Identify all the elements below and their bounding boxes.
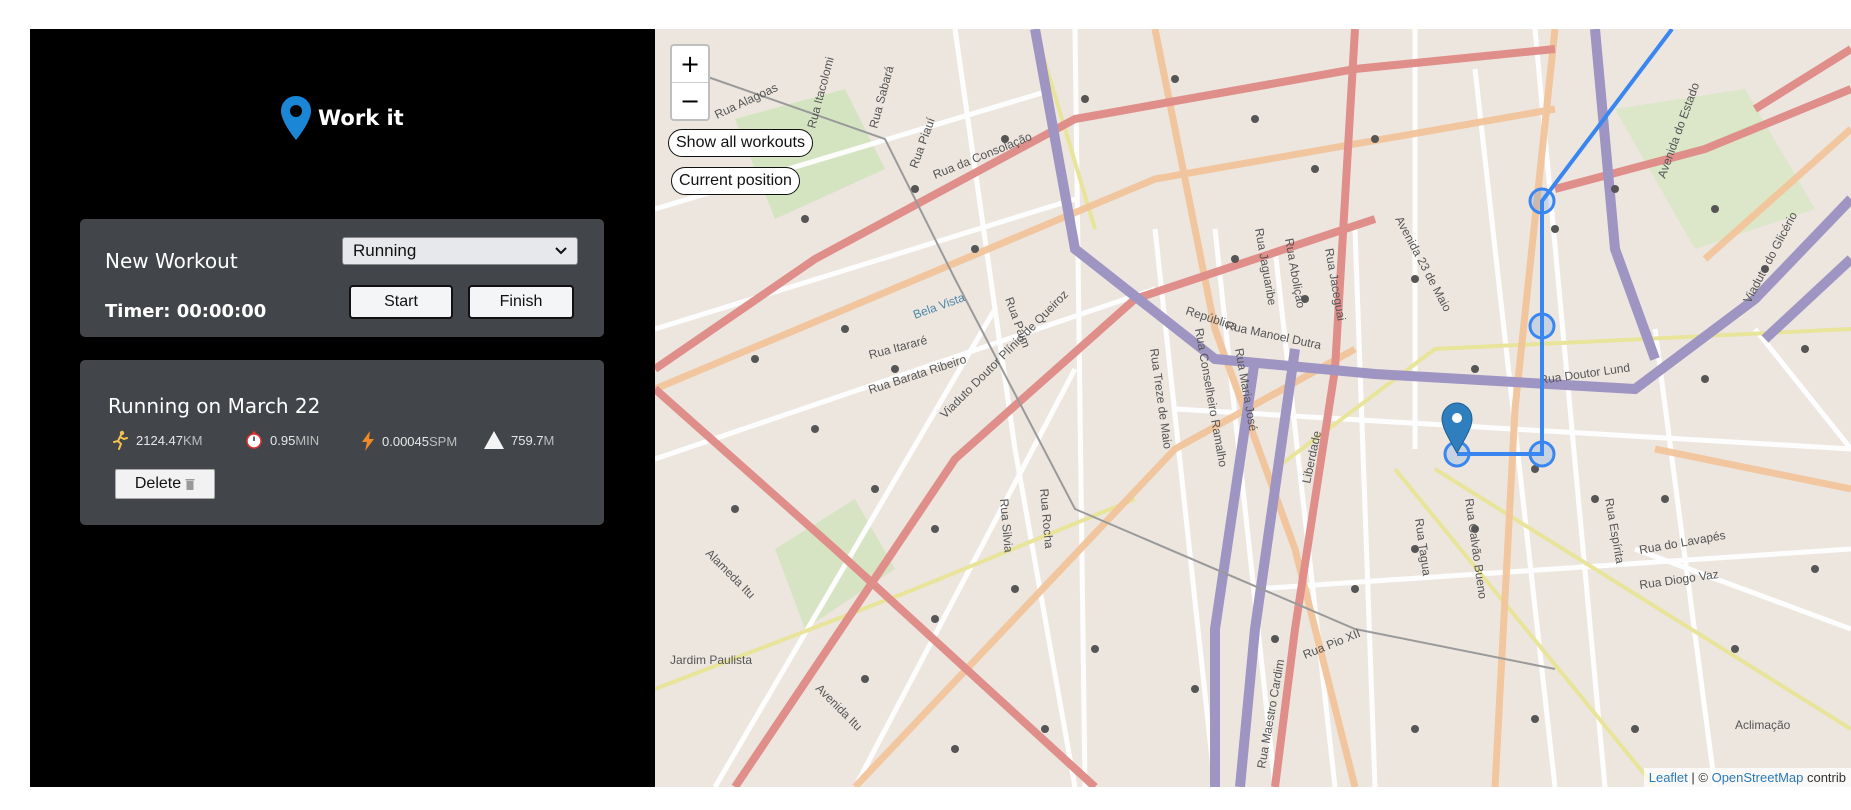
- start-button[interactable]: Start: [349, 285, 453, 319]
- duration-value: 0.95: [270, 432, 296, 448]
- delete-button[interactable]: Delete: [115, 469, 215, 499]
- leaflet-link[interactable]: Leaflet: [1649, 770, 1688, 785]
- chevron-down-icon: [555, 247, 567, 255]
- runner-icon: [113, 430, 128, 450]
- show-all-workouts-button[interactable]: Show all workouts: [668, 129, 813, 157]
- distance-value: 2124.47: [136, 432, 183, 448]
- osm-link[interactable]: OpenStreetMap: [1712, 770, 1804, 785]
- workout-type-select[interactable]: Running: [342, 237, 578, 265]
- duration-unit: MIN: [295, 432, 320, 448]
- mountain-icon: [484, 431, 504, 449]
- workout-type-value: Running: [353, 241, 417, 260]
- map[interactable]: Rua Alagoas Rua Itacolomi Rua Sabará Rua…: [655, 29, 1851, 787]
- stat-duration: 0.95 MIN: [244, 430, 319, 450]
- stat-distance: 2124.47 KM: [110, 430, 203, 450]
- street-label: Jardim Paulista: [670, 653, 752, 667]
- map-tiles[interactable]: Rua Alagoas Rua Itacolomi Rua Sabará Rua…: [655, 29, 1851, 787]
- stopwatch-icon: [246, 431, 262, 449]
- attribution-suffix: contrib: [1803, 770, 1846, 785]
- map-pin-icon: [281, 96, 311, 140]
- attribution-separator: | ©: [1687, 770, 1712, 785]
- current-position-button[interactable]: Current position: [671, 167, 800, 195]
- lightning-icon: [362, 431, 374, 451]
- zoom-in-button[interactable]: +: [672, 46, 708, 83]
- delete-label: Delete: [134, 475, 182, 492]
- new-workout-form: New Workout Running Timer: 00:00:00 Star…: [80, 219, 604, 337]
- workout-card[interactable]: Running on March 22 2124.47KM 0.95MIN: [80, 360, 604, 525]
- street-label: Aclimação: [1735, 718, 1791, 732]
- stat-speed: 0.00045 SPM: [360, 430, 457, 452]
- speed-value: 0.00045: [382, 433, 429, 449]
- trash-icon: [185, 478, 195, 490]
- map-attribution: Leaflet | © OpenStreetMap contrib: [1643, 768, 1851, 787]
- stat-elevation: 759.7 M: [483, 430, 554, 450]
- zoom-control: + −: [670, 44, 710, 121]
- timer-display: Timer: 00:00:00: [105, 301, 267, 322]
- app-window: Work it New Workout Running Timer: 00:00…: [30, 29, 1851, 787]
- distance-unit: KM: [183, 432, 203, 448]
- elevation-value: 759.7: [511, 432, 544, 448]
- sidebar: Work it New Workout Running Timer: 00:00…: [30, 29, 655, 787]
- workout-title: Running on March 22: [108, 394, 321, 418]
- elevation-unit: M: [543, 432, 555, 448]
- form-title: New Workout: [105, 249, 238, 273]
- logo: Work it: [280, 95, 404, 141]
- speed-unit: SPM: [429, 433, 458, 449]
- finish-button[interactable]: Finish: [468, 285, 574, 319]
- app-name: Work it: [318, 106, 404, 130]
- zoom-out-button[interactable]: −: [672, 83, 708, 119]
